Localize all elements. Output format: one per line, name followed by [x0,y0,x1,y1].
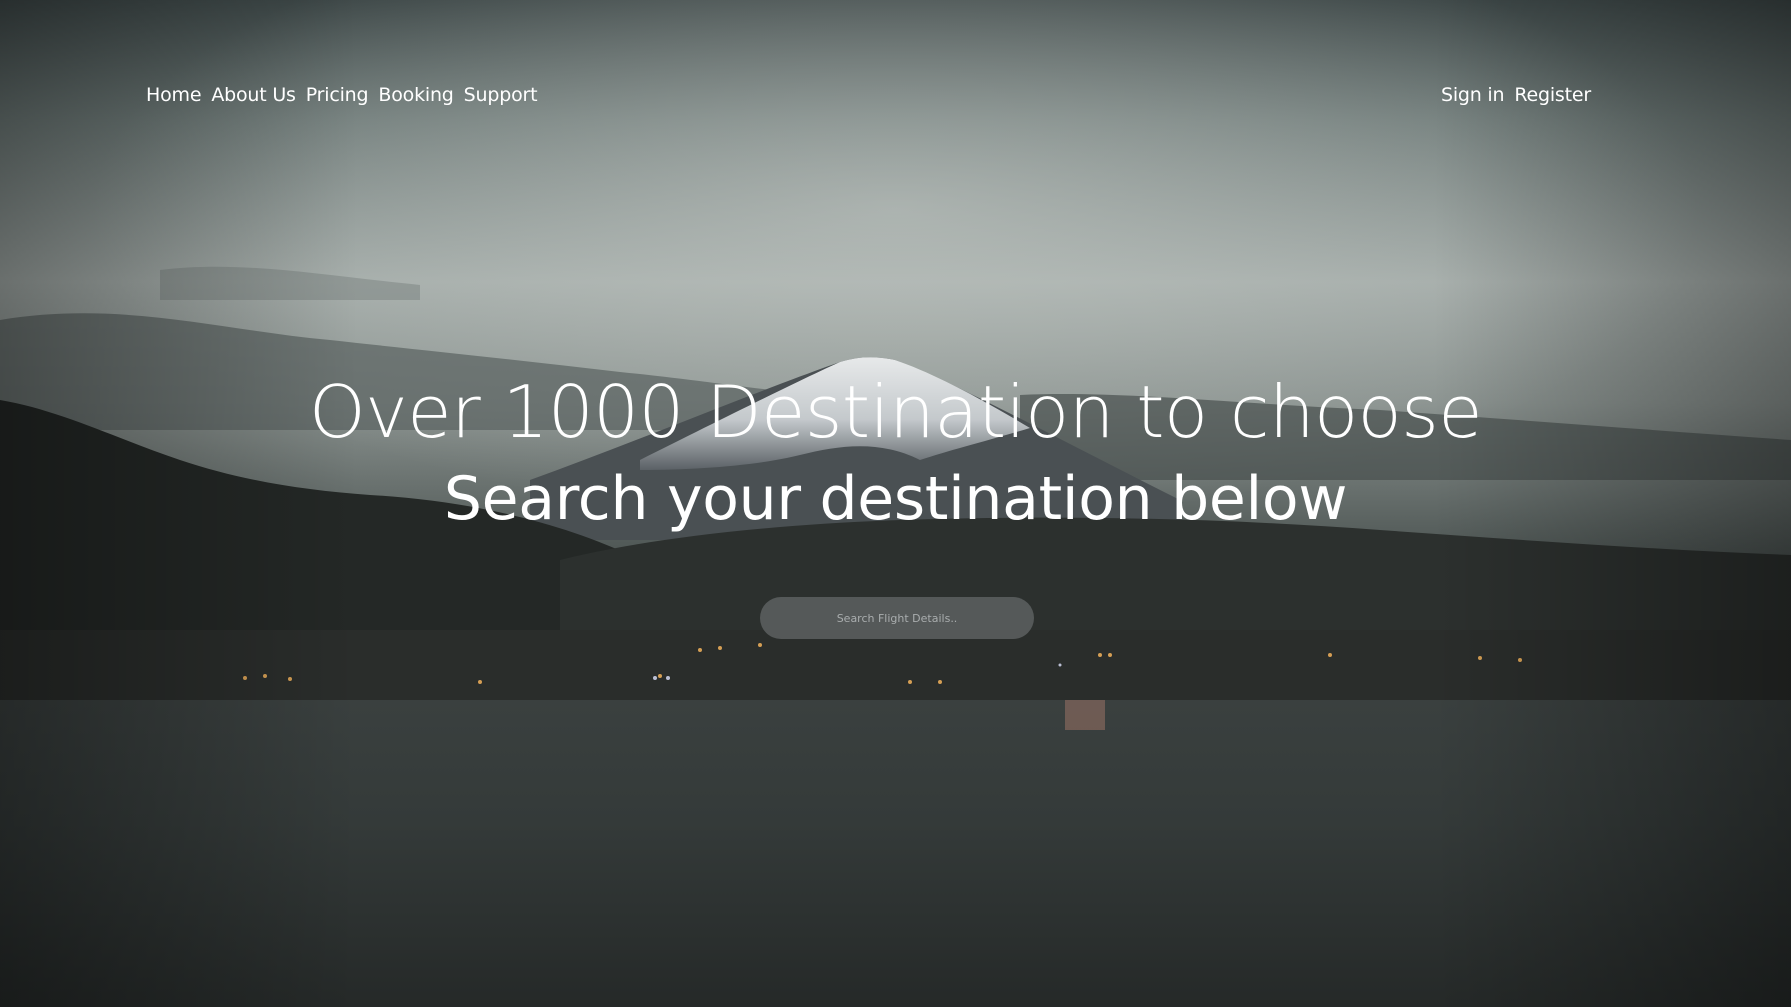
nav-pricing-link[interactable]: Pricing [306,84,369,106]
nav-support-link[interactable]: Support [464,84,538,106]
nav-about-us-link[interactable]: About Us [211,84,296,106]
nav-booking-link[interactable]: Booking [378,84,453,106]
register-link[interactable]: Register [1514,84,1591,106]
flight-search-input[interactable] [760,597,1034,639]
hero-headline: Over 1000 Destination to choose [308,370,1483,454]
auth-nav: Sign in Register [1441,84,1591,106]
hero-section: Home About Us Pricing Booking Support Si… [0,0,1791,1007]
main-nav: Home About Us Pricing Booking Support [146,84,538,106]
sign-in-link[interactable]: Sign in [1441,84,1505,106]
hero-subhead: Search your destination below [443,464,1348,534]
search-bar [760,597,1034,639]
nav-home-link[interactable]: Home [146,84,202,106]
